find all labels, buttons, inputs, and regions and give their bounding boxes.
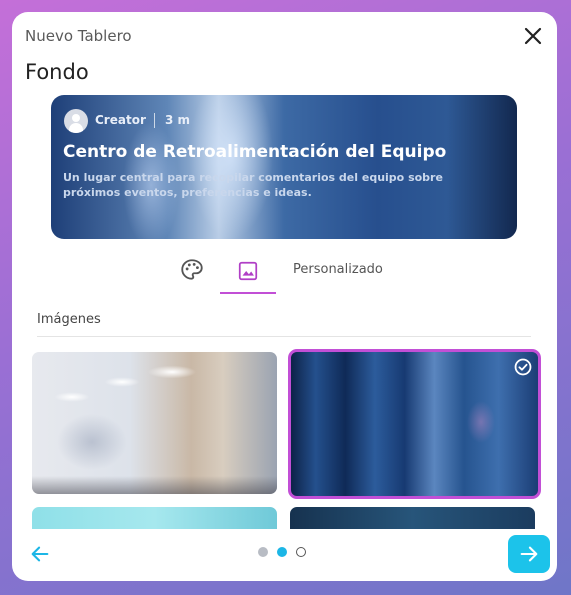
close-icon <box>524 27 542 45</box>
background-image-aqua[interactable] <box>32 507 277 529</box>
arrow-right-icon <box>520 546 538 562</box>
board-preview-card: Creator 3 m Centro de Retroalimentación … <box>51 95 517 239</box>
tab-custom[interactable]: Personalizado <box>293 262 383 277</box>
board-description: Un lugar central para recopilar comentar… <box>63 171 443 199</box>
active-tab-indicator <box>220 292 276 294</box>
step-dot-3 <box>296 547 306 557</box>
modal-title: Nuevo Tablero <box>25 27 132 45</box>
new-board-modal: Nuevo Tablero Fondo Creator 3 m Centro d… <box>12 12 557 581</box>
check-circle-icon <box>514 358 532 376</box>
section-divider <box>37 336 531 337</box>
author-name: Creator <box>95 113 146 127</box>
next-button[interactable] <box>508 535 550 573</box>
palette-icon <box>181 259 203 280</box>
board-title: Centro de Retroalimentación del Equipo <box>63 142 447 162</box>
back-button[interactable] <box>29 543 51 565</box>
divider <box>154 113 155 128</box>
tab-images[interactable] <box>220 257 276 295</box>
background-image-blue-selected[interactable] <box>288 349 541 499</box>
step-dot-1 <box>258 547 268 557</box>
timestamp: 3 m <box>165 113 191 127</box>
step-dot-2-current <box>277 547 287 557</box>
background-image-office[interactable] <box>32 352 277 494</box>
images-section-label: Imágenes <box>37 312 101 327</box>
arrow-left-icon <box>31 546 49 562</box>
tab-colors[interactable] <box>179 257 207 283</box>
background-image-night[interactable] <box>290 507 535 529</box>
close-button[interactable] <box>521 24 545 48</box>
avatar <box>64 109 88 133</box>
section-heading: Fondo <box>25 60 89 84</box>
image-icon <box>238 261 258 281</box>
